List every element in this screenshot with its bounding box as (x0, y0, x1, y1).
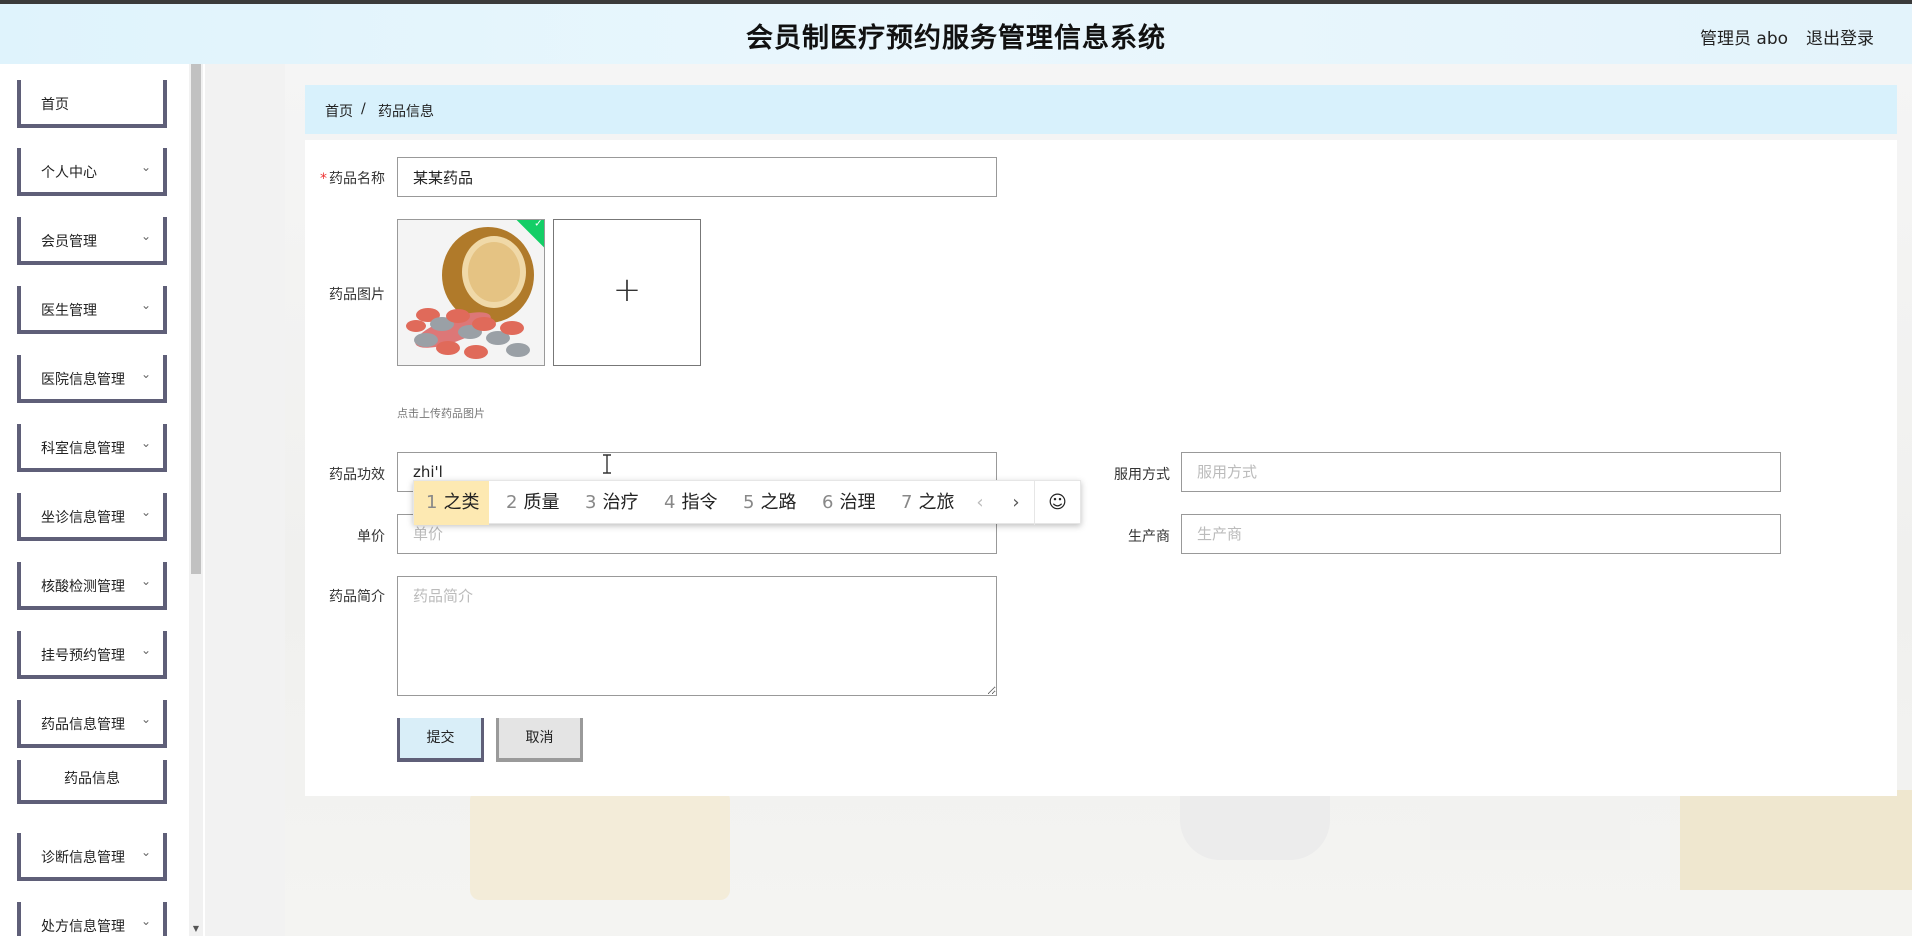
sidebar-subitem[interactable]: 药品信息 (17, 760, 167, 804)
uploaded-image-thumbnail[interactable]: ✓ (397, 219, 545, 366)
sidebar-item[interactable]: 科室信息管理 ⌄ (17, 424, 167, 472)
maker-label: 生产商 (1128, 529, 1170, 545)
sidebar-item-label: 挂号预约管理 (41, 648, 125, 664)
sidebar-item[interactable]: 坐诊信息管理 ⌄ (17, 493, 167, 541)
sidebar-item-label: 医生管理 (41, 303, 97, 319)
logout-button[interactable]: 退出登录 (1806, 24, 1874, 49)
sidebar-scrollbar-thumb[interactable] (191, 64, 201, 574)
app-header: 会员制医疗预约服务管理信息系统 管理员 abo 退出登录 (0, 4, 1912, 64)
sidebar-item[interactable]: 医院信息管理 ⌄ (17, 355, 167, 403)
usage-input[interactable] (1181, 452, 1781, 492)
sidebar-item[interactable]: 处方信息管理 ⌄ (17, 902, 167, 936)
sidebar-item-label: 个人中心 (41, 165, 97, 181)
chevron-down-icon: ⌄ (140, 160, 151, 174)
background-decoration (1680, 790, 1912, 890)
chevron-down-icon: ⌄ (140, 712, 151, 726)
chevron-down-icon: ⌄ (140, 574, 151, 588)
app-title: 会员制医疗预约服务管理信息系统 (746, 23, 1166, 54)
sidebar-item-label: 科室信息管理 (41, 441, 125, 457)
scroll-down-icon[interactable]: ▼ (191, 924, 201, 934)
chevron-down-icon: ⌄ (140, 229, 151, 243)
chevron-down-icon: ⌄ (140, 914, 151, 928)
ime-next-icon[interactable]: › (998, 481, 1034, 525)
breadcrumb: 首页 / 药品信息 (305, 85, 1897, 134)
maker-input[interactable] (1181, 514, 1781, 554)
sidebar-item-label: 诊断信息管理 (41, 850, 125, 866)
sidebar-item-label: 坐诊信息管理 (41, 510, 125, 526)
chevron-down-icon: ⌄ (140, 643, 151, 657)
intro-label: 药品简介 (329, 589, 385, 605)
ime-candidate[interactable]: 4 指令 (664, 481, 717, 525)
sidebar-item-label: 会员管理 (41, 234, 97, 250)
chevron-down-icon: ⌄ (140, 367, 151, 381)
breadcrumb-home[interactable]: 首页 (325, 101, 353, 121)
sidebar-item-label: 药品信息管理 (41, 717, 125, 733)
sidebar-item-label: 处方信息管理 (41, 919, 125, 935)
sidebar-item[interactable]: 挂号预约管理 ⌄ (17, 631, 167, 679)
required-mark: * (320, 171, 327, 187)
intro-textarea[interactable] (397, 576, 997, 696)
sidebar-item[interactable]: 会员管理 ⌄ (17, 217, 167, 265)
background-decoration (1430, 790, 1630, 850)
usage-label: 服用方式 (1114, 467, 1170, 483)
sidebar-item[interactable]: 核酸检测管理 ⌄ (17, 562, 167, 610)
sidebar-item[interactable]: 药品信息管理 ⌄ (17, 700, 167, 748)
ime-prev-icon[interactable]: ‹ (962, 481, 998, 525)
current-user: 管理员 abo (1700, 29, 1789, 49)
check-icon: ✓ (534, 219, 543, 230)
sidebar-item-label: 核酸检测管理 (41, 579, 125, 595)
add-image-button[interactable]: + (553, 219, 701, 366)
price-label: 单价 (357, 529, 385, 545)
breadcrumb-separator: / (361, 101, 366, 117)
sidebar-item[interactable]: 医生管理 ⌄ (17, 286, 167, 334)
ime-candidate[interactable]: 1 之类 (414, 481, 490, 525)
image-upload-tip: 点击上传药品图片 (397, 407, 485, 420)
chevron-down-icon: ⌄ (140, 436, 151, 450)
ime-candidate[interactable]: 3 治疗 (585, 481, 638, 525)
sidebar-item[interactable]: 诊断信息管理 ⌄ (17, 833, 167, 881)
ime-candidate[interactable]: 6 治理 (822, 481, 875, 525)
submit-button[interactable]: 提交 (397, 718, 484, 762)
emoji-icon[interactable]: ☺ (1034, 481, 1080, 525)
sidebar-item[interactable]: 首页 (17, 80, 167, 128)
chevron-down-icon: ⌄ (140, 845, 151, 859)
chevron-down-icon: ⌄ (140, 505, 151, 519)
cancel-button[interactable]: 取消 (496, 718, 583, 762)
chevron-down-icon: ⌄ (140, 298, 151, 312)
breadcrumb-current: 药品信息 (378, 104, 434, 120)
ime-candidate[interactable]: 5 之路 (743, 481, 796, 525)
image-label: 药品图片 (329, 287, 385, 303)
ime-candidate[interactable]: 2 质量 (506, 481, 559, 525)
sidebar-item-label: 医院信息管理 (41, 372, 125, 388)
medicine-bottle-image (398, 220, 544, 365)
ime-candidate-bar: 1 之类 2 质量 3 治疗 4 指令 5 之路 6 治理 7 之旅 ‹ › ☺ (413, 480, 1081, 525)
sidebar-item-label: 首页 (41, 97, 69, 113)
effect-label: 药品功效 (329, 467, 385, 483)
sidebar-item[interactable]: 个人中心 ⌄ (17, 148, 167, 196)
plus-icon: + (612, 270, 642, 310)
background-decoration (1180, 790, 1330, 860)
text-cursor-icon (603, 454, 611, 474)
background-decoration (470, 790, 730, 900)
ime-candidate[interactable]: 7 之旅 (901, 481, 954, 525)
name-label: * 药品名称 (320, 171, 385, 187)
name-input[interactable] (397, 157, 997, 197)
